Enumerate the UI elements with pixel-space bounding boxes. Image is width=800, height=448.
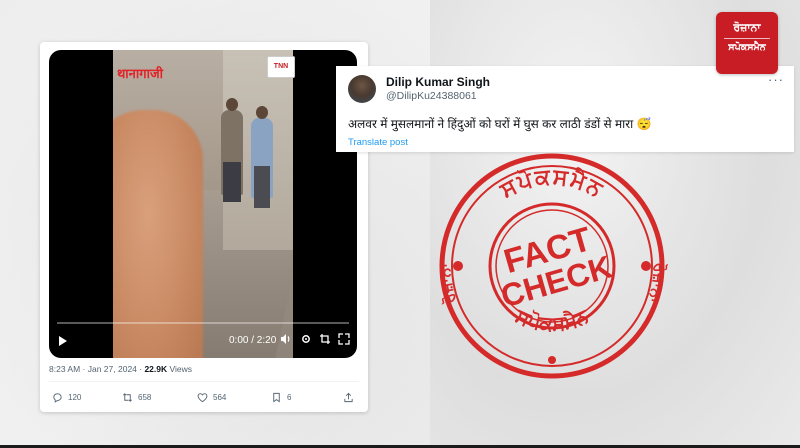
divider xyxy=(49,381,359,382)
tweet-card: थानागाजी TNN 0:00 / 2:20 8:23 AM · Jan 2… xyxy=(40,42,368,412)
picture-in-picture-icon[interactable] xyxy=(319,333,331,348)
repost-count: 658 xyxy=(138,393,152,402)
quoted-tweet-card: Dilip Kumar Singh @DilipKu24388061 ··· अ… xyxy=(336,66,794,152)
person-figure xyxy=(221,98,243,202)
gear-icon[interactable] xyxy=(300,333,312,348)
fact-check-stamp-graphic: ਸਪੋਕਸਮੈਨ ਰੋਜ਼ਾਨਾ ਰੋਜ਼ਾਨਾ ਸਪੋਕਸਮੈਨ FACT C… xyxy=(437,153,669,379)
author-name[interactable]: Dilip Kumar Singh xyxy=(386,75,490,89)
video-overlay-place-text: थानागाजी xyxy=(117,66,163,81)
share-icon xyxy=(344,392,353,403)
reply-icon xyxy=(53,393,62,403)
bookmark-icon xyxy=(273,392,280,403)
fullscreen-icon[interactable] xyxy=(338,333,350,348)
avatar[interactable] xyxy=(348,75,376,103)
play-icon[interactable] xyxy=(59,336,67,346)
brand-logo: ਰੋਜ਼ਾਨਾ ਸਪੋਕਸਮੈਨ xyxy=(716,12,778,74)
repost-icon xyxy=(123,393,132,402)
tweet-meta: 8:23 AM · Jan 27, 2024 · 22.9K Views xyxy=(49,364,192,374)
share-button[interactable] xyxy=(343,392,354,403)
repost-button[interactable]: 658 xyxy=(122,392,151,403)
views-label: Views xyxy=(167,364,193,374)
like-count: 564 xyxy=(213,393,227,402)
video-frame xyxy=(113,50,293,358)
stamp-top-arc: ਸਪੋਕਸਮੈਨ xyxy=(495,164,607,203)
like-button[interactable]: 564 xyxy=(197,392,226,403)
person-figure xyxy=(251,106,273,208)
tweet-text: अलवर में मुसलमानों ने हिंदुओं को घरों मे… xyxy=(348,117,652,131)
video-controls: 0:00 / 2:20 xyxy=(49,330,357,352)
heart-icon xyxy=(197,393,208,403)
video-progress-bar[interactable] xyxy=(57,322,349,324)
bookmark-count: 6 xyxy=(287,393,292,402)
author-handle[interactable]: @DilipKu24388061 xyxy=(386,90,477,102)
bookmark-button[interactable]: 6 xyxy=(271,392,291,403)
volume-icon[interactable] xyxy=(280,333,292,348)
reply-count: 120 xyxy=(68,393,82,402)
channel-logo: TNN xyxy=(267,56,295,78)
brand-logo-line1: ਰੋਜ਼ਾਨਾ xyxy=(733,22,761,34)
foreground-blur xyxy=(113,110,203,358)
tweet-actions: 120 658 564 6 xyxy=(49,392,361,406)
views-count: 22.9K xyxy=(144,364,168,374)
stamp-top-arc-text: ਸਪੋਕਸਮੈਨ xyxy=(495,164,609,203)
video-time: 0:00 / 2:20 xyxy=(229,335,277,346)
fact-check-stamp: ਸਪੋਕਸਮੈਨ ਰੋਜ਼ਾਨਾ ਰੋਜ਼ਾਨਾ ਸਪੋਕਸਮੈਨ FACT C… xyxy=(436,150,669,382)
video-player[interactable]: थानागाजी TNN 0:00 / 2:20 xyxy=(49,50,357,358)
brand-logo-line2: ਸਪੋਕਸਮੈਨ xyxy=(728,42,766,53)
translate-post-link[interactable]: Translate post xyxy=(348,137,408,148)
tweet-timestamp[interactable]: 8:23 AM · Jan 27, 2024 · xyxy=(49,364,144,374)
brand-logo-underline xyxy=(724,38,770,39)
more-options-icon[interactable]: ··· xyxy=(768,72,784,87)
reply-button[interactable]: 120 xyxy=(52,392,81,403)
